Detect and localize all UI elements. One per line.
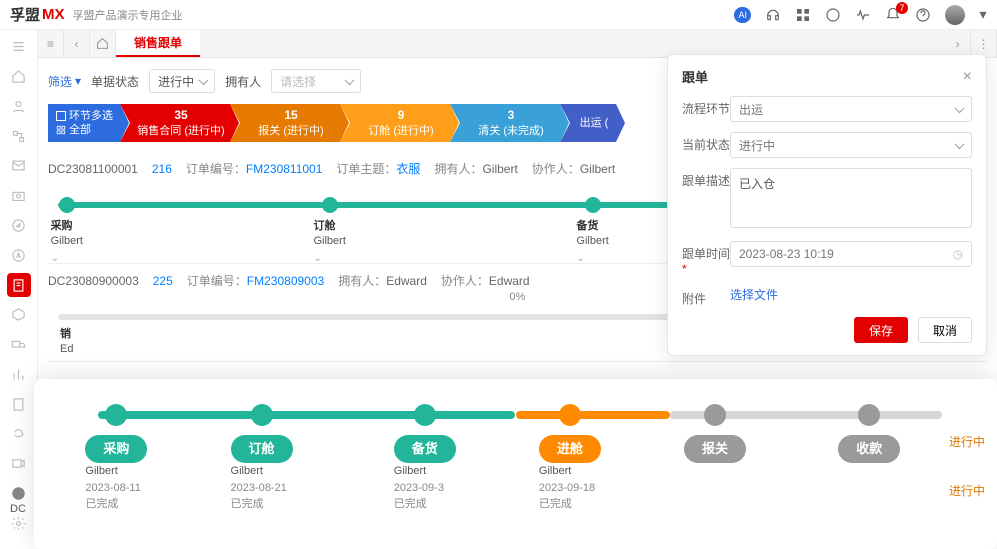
overlay-step: 进舱 Gilbert2023-09-18已完成	[539, 435, 601, 513]
overlay-pipeline: 采购 Gilbert2023-08-11已完成 订舱 Gilbert2023-0…	[62, 399, 969, 519]
overlay-pill[interactable]: 订舱	[231, 435, 293, 463]
headset-icon[interactable]	[765, 7, 781, 23]
tracking-modal: 跟单 × 流程环节出运 当前状态进行中 跟单描述 跟单时间*2023-08-23…	[667, 54, 987, 356]
nav-money-icon[interactable]	[7, 422, 31, 446]
order-subject-link[interactable]: 衣服	[396, 162, 420, 176]
nav-whatsapp-icon[interactable]	[7, 481, 31, 505]
modal-status-select[interactable]: 进行中	[730, 132, 972, 158]
topbar: 孚盟 MX 孚盟产品演示专用企业 AI 7 ▾	[0, 0, 997, 30]
modal-desc-textarea[interactable]	[730, 168, 972, 228]
overlay-dot	[414, 404, 436, 426]
overlay-pill[interactable]: 进舱	[539, 435, 601, 463]
tab-more-icon[interactable]: ⋮	[971, 30, 997, 57]
overlay-step: 报关	[684, 435, 746, 463]
peek-order-id: DC	[10, 503, 26, 515]
overlay-step: 订舱 Gilbert2023-08-21已完成	[231, 435, 293, 513]
avatar[interactable]	[945, 5, 965, 25]
chat-icon[interactable]	[825, 7, 841, 23]
overlay-pill[interactable]: 收款	[838, 435, 900, 463]
modal-stage-select[interactable]: 出运	[730, 96, 972, 122]
overlay-card: DC 进行中 进行中 采购 Gilbert2023-08-11已完成 订舱 Gi…	[34, 379, 997, 549]
tab-menu-icon[interactable]: ≡	[38, 30, 64, 57]
stage-clearance[interactable]: 3清关 (未完成)	[450, 104, 560, 142]
modal-time-input[interactable]: 2023-08-23 10:19◷	[730, 241, 972, 267]
file-select-link[interactable]: 选择文件	[730, 288, 778, 302]
overlay-step: 备货 Gilbert2023-09-3已完成	[394, 435, 456, 513]
nav-org-icon[interactable]	[7, 124, 31, 148]
nav-chart-icon[interactable]	[7, 362, 31, 386]
order-seq[interactable]: 216	[152, 162, 172, 176]
nav-order-icon[interactable]	[7, 273, 31, 297]
nav-compass-icon[interactable]	[7, 214, 31, 238]
stage-customs[interactable]: 15报关 (进行中)	[230, 104, 340, 142]
order-number-link[interactable]: FM230809003	[247, 274, 324, 288]
grid-icon[interactable]	[795, 7, 811, 23]
nav-user-icon[interactable]	[7, 95, 31, 119]
overlay-step: 收款	[838, 435, 900, 463]
close-icon[interactable]: ×	[963, 68, 972, 86]
status-select[interactable]: 进行中	[149, 69, 215, 93]
topbar-icons: AI 7 ▾	[734, 5, 987, 25]
save-button[interactable]: 保存	[854, 317, 908, 343]
tab-home-icon[interactable]	[90, 30, 116, 57]
leftnav	[0, 30, 38, 543]
nav-collapse-icon[interactable]	[7, 35, 31, 59]
stage-all-l1: 环节多选	[69, 109, 113, 123]
overlay-dot	[704, 404, 726, 426]
overlay-step: 采购 Gilbert2023-08-11已完成	[85, 435, 147, 513]
nav-box-icon[interactable]	[7, 303, 31, 327]
wave-icon[interactable]	[855, 7, 871, 23]
owner-select[interactable]: 请选择	[271, 69, 361, 93]
nav-a-icon[interactable]	[7, 243, 31, 267]
overlay-pill[interactable]: 备货	[394, 435, 456, 463]
nav-truck-icon[interactable]	[7, 333, 31, 357]
notify-badge: 7	[896, 2, 908, 14]
progress-pct: 0%	[510, 291, 526, 303]
logo-subtitle: 孚盟产品演示专用企业	[73, 7, 183, 23]
order-seq[interactable]: 225	[153, 274, 173, 288]
filter-button[interactable]: 筛选 ▾	[48, 73, 81, 90]
caret-down-icon[interactable]: ▾	[979, 7, 987, 23]
nav-camera-icon[interactable]	[7, 184, 31, 208]
nav-home-icon[interactable]	[7, 65, 31, 89]
modal-title: 跟单	[682, 67, 708, 86]
cancel-button[interactable]: 取消	[918, 317, 972, 343]
tab-back-icon[interactable]: ‹	[64, 30, 90, 57]
ai-badge-icon[interactable]: AI	[734, 7, 751, 23]
stage-contract[interactable]: 35销售合同 (进行中)	[120, 104, 230, 142]
help-icon[interactable]	[915, 7, 931, 23]
bell-icon[interactable]: 7	[885, 7, 901, 23]
overlay-pill[interactable]: 采购	[85, 435, 147, 463]
tab-sales-tracking[interactable]: 销售跟单	[116, 30, 200, 57]
logo-text-2: MX	[42, 6, 65, 23]
overlay-dot	[559, 404, 581, 426]
order-id: DC23080900003	[48, 274, 139, 288]
tab-next-icon[interactable]: ›	[945, 30, 971, 57]
order-number-link[interactable]: FM230811001	[246, 162, 323, 176]
stage-booking[interactable]: 9订舱 (进行中)	[340, 104, 450, 142]
overlay-dot	[251, 404, 273, 426]
logo-text-1: 孚盟	[10, 4, 40, 25]
stage-all-l2: 全部	[69, 123, 91, 137]
nav-mail-icon[interactable]	[7, 154, 31, 178]
status-label: 单据状态	[91, 73, 139, 90]
owner-label: 拥有人	[225, 73, 261, 90]
clock-icon: ◷	[953, 247, 963, 261]
nav-doc-icon[interactable]	[7, 392, 31, 416]
overlay-dot	[105, 404, 127, 426]
nav-video-icon[interactable]	[7, 452, 31, 476]
overlay-dot	[858, 404, 880, 426]
stage-all[interactable]: 环节多选 全部	[48, 104, 120, 142]
order-id: DC23081100001	[48, 162, 138, 176]
overlay-pill[interactable]: 报关	[684, 435, 746, 463]
